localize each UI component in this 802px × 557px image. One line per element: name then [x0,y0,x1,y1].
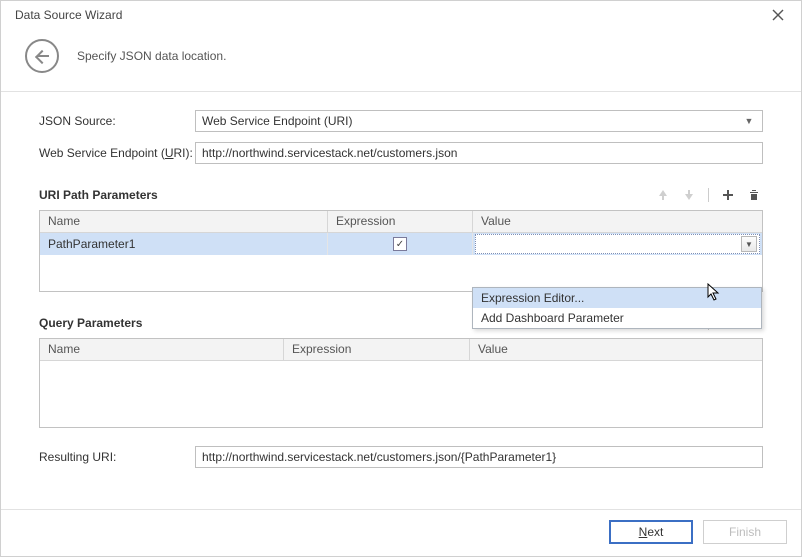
col-expression[interactable]: Expression [284,339,470,360]
back-button[interactable] [25,39,59,73]
resulting-uri-label: Resulting URI: [39,450,195,464]
grid-body [40,361,762,427]
query-params-grid: Name Expression Value [39,338,763,428]
add-button[interactable] [719,186,737,204]
dropdown-item-expression-editor[interactable]: Expression Editor... [473,288,761,308]
window-title: Data Source Wizard [15,8,122,22]
col-expression[interactable]: Expression [328,211,473,232]
uri-params-toolbar [654,186,763,204]
expression-checkbox[interactable]: ✓ [393,237,407,251]
uri-params-title: URI Path Parameters [39,188,654,202]
next-button[interactable]: Next [609,520,693,544]
move-up-button[interactable] [654,186,672,204]
endpoint-label: Web Service Endpoint (URI): [39,146,195,160]
arrow-down-icon [684,189,694,201]
wizard-window: Data Source Wizard Specify JSON data loc… [0,0,802,557]
cell-value[interactable]: ▼ [473,233,762,255]
json-source-value: Web Service Endpoint (URI) [202,114,742,128]
grid-header: Name Expression Value [40,211,762,233]
table-row[interactable]: PathParameter1 ✓ ▼ [40,233,762,255]
json-source-label: JSON Source: [39,114,195,128]
wizard-footer: Next Finish [1,509,801,556]
value-input[interactable] [480,236,741,252]
close-button[interactable] [765,2,791,28]
cell-expression[interactable]: ✓ [328,233,473,255]
query-params-section: Query Parameters [39,314,763,428]
uri-params-grid: Name Expression Value PathParameter1 ✓ [39,210,763,292]
value-dropdown-popup: Expression Editor... Add Dashboard Param… [472,287,762,329]
value-editor[interactable]: ▼ [475,234,760,254]
finish-button[interactable]: Finish [703,520,787,544]
grid-header: Name Expression Value [40,339,762,361]
endpoint-row: Web Service Endpoint (URI): [39,142,763,164]
chevron-down-icon: ▼ [742,116,756,126]
uri-params-section: URI Path Parameters [39,186,763,292]
wizard-subtitle: Specify JSON data location. [77,49,226,63]
titlebar: Data Source Wizard [1,1,801,29]
toolbar-separator [708,188,709,202]
col-value[interactable]: Value [470,339,762,360]
close-icon [772,9,784,21]
col-value[interactable]: Value [473,211,762,232]
json-source-combo[interactable]: Web Service Endpoint (URI) ▼ [195,110,763,132]
col-name[interactable]: Name [40,339,284,360]
trash-icon [748,189,760,201]
delete-button[interactable] [745,186,763,204]
json-source-row: JSON Source: Web Service Endpoint (URI) … [39,110,763,132]
arrow-left-icon [35,49,49,63]
chevron-down-icon: ▼ [745,240,753,249]
dropdown-item-add-dashboard-parameter[interactable]: Add Dashboard Parameter [473,308,761,328]
move-down-button[interactable] [680,186,698,204]
resulting-uri-row: Resulting URI: [39,446,763,468]
endpoint-input[interactable] [195,142,763,164]
resulting-uri-output [195,446,763,468]
grid-body: PathParameter1 ✓ ▼ [40,233,762,291]
col-name[interactable]: Name [40,211,328,232]
wizard-header: Specify JSON data location. [1,29,801,92]
plus-icon [722,189,734,201]
cell-name[interactable]: PathParameter1 [40,233,328,255]
value-dropdown-button[interactable]: ▼ [741,236,757,252]
arrow-up-icon [658,189,668,201]
